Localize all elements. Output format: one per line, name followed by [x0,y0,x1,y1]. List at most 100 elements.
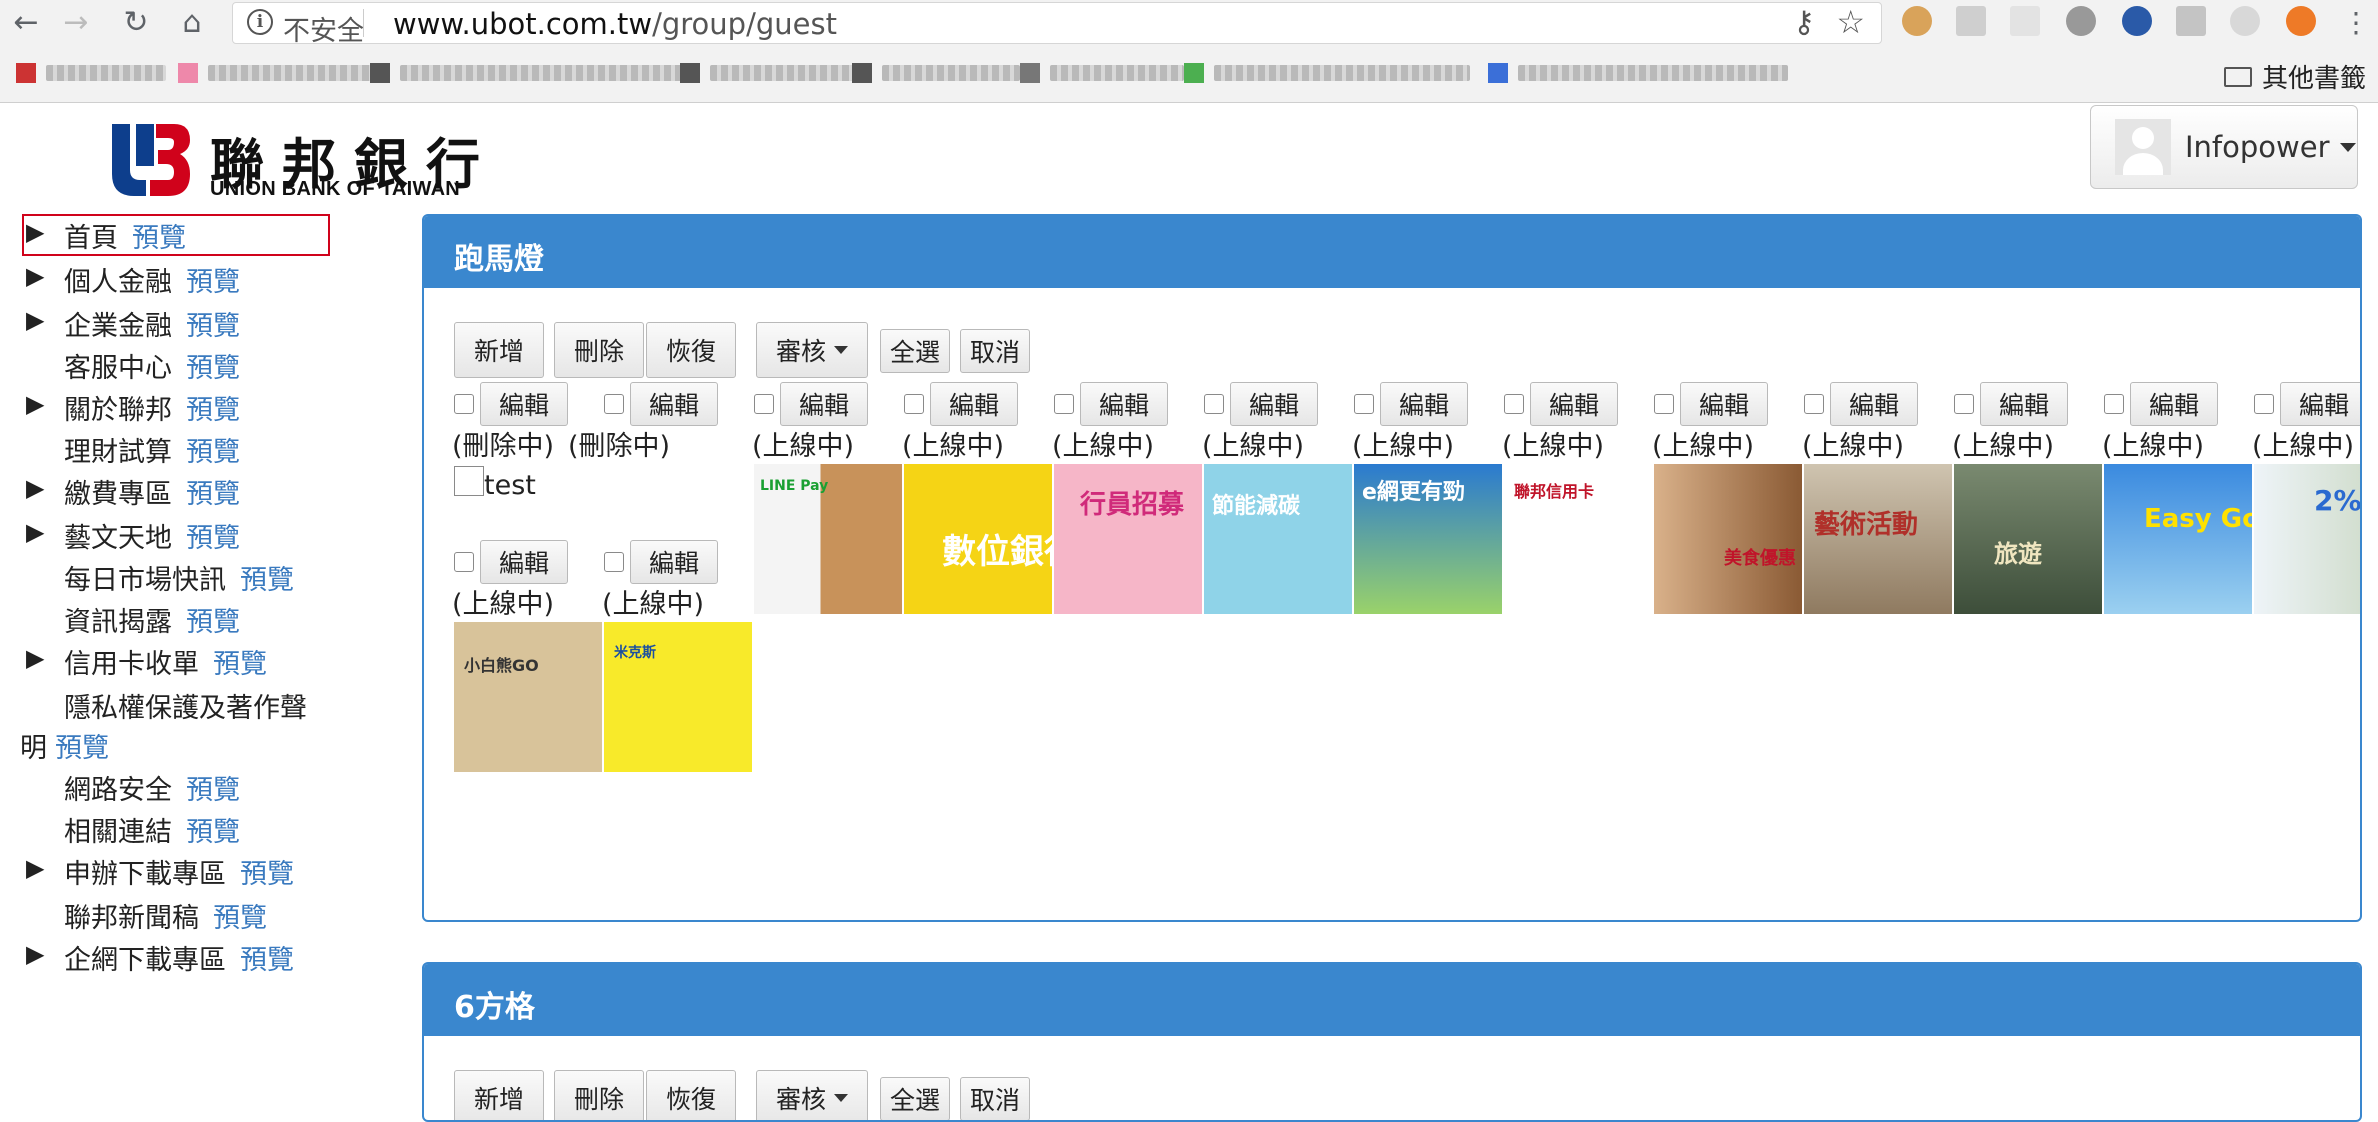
sidebar-item-label[interactable]: 繳費專區 [64,479,172,510]
edit-button[interactable]: 編輯 [2130,382,2218,426]
item-checkbox[interactable] [754,394,774,414]
preview-link[interactable]: 預覽 [186,479,240,510]
edit-button[interactable]: 編輯 [630,382,718,426]
bookmark-item[interactable] [1184,62,1470,84]
expand-arrow-icon[interactable]: ▶ [26,306,44,334]
bookmark-item[interactable] [852,62,1020,84]
bookmark-item[interactable] [680,62,858,84]
edit-button[interactable]: 編輯 [780,382,868,426]
preview-link[interactable]: 預覽 [186,817,240,848]
sidebar-item-label[interactable]: 客服中心 [64,353,172,384]
preview-link[interactable]: 預覽 [186,607,240,638]
circle-extension-icon[interactable] [2066,6,2096,36]
sidebar-item-label[interactable]: 網路安全 [64,775,172,806]
profile-extension-icon[interactable] [1956,6,1986,36]
edit-button[interactable]: 編輯 [480,382,568,426]
reload-icon[interactable]: ↻ [116,2,156,42]
sidebar-item-label[interactable]: 企業金融 [64,311,172,342]
item-checkbox[interactable] [2254,394,2274,414]
edit-button[interactable]: 編輯 [1830,382,1918,426]
preview-link[interactable]: 預覽 [240,565,294,596]
banner-thumbnail[interactable]: LINE Pay [754,464,902,614]
item-checkbox[interactable] [904,394,924,414]
add-button[interactable]: 新增 [454,322,544,378]
delete-button[interactable]: 刪除 [554,322,644,378]
other-bookmarks[interactable]: 其他書籤 [2223,58,2366,95]
edit-button[interactable]: 編輯 [630,540,718,584]
bookmark-item[interactable] [16,62,166,84]
banner-thumbnail[interactable]: 小白熊GO [454,622,602,772]
bookmark-item[interactable] [1020,62,1184,84]
preview-link[interactable]: 預覽 [132,223,186,254]
menu-icon[interactable]: ⋮ [2336,2,2376,42]
preview-link[interactable]: 預覽 [186,523,240,554]
select-all-button[interactable]: 全選 [880,1077,950,1120]
item-checkbox[interactable] [1954,394,1974,414]
bookmark-star-icon[interactable]: ☆ [1836,3,1865,41]
sidebar-item-label[interactable]: 關於聯邦 [64,395,172,426]
expand-arrow-icon[interactable]: ▶ [26,474,44,502]
item-checkbox[interactable] [1654,394,1674,414]
forward-icon[interactable]: → [56,2,96,42]
item-checkbox[interactable] [454,552,474,572]
bookmark-item[interactable] [1488,62,1788,84]
banner-thumbnail[interactable]: 米克斯 [604,622,752,772]
sidebar-item-label[interactable]: 相關連結 [64,817,172,848]
cancel-button[interactable]: 取消 [960,1077,1030,1120]
edit-button[interactable]: 編輯 [1230,382,1318,426]
review-dropdown[interactable]: 審核 [756,1070,868,1120]
item-checkbox[interactable] [1054,394,1074,414]
expand-arrow-icon[interactable]: ▶ [26,940,44,968]
sidebar-item-label[interactable]: 隱私權保護及著作聲 [64,693,307,724]
review-dropdown[interactable]: 審核 [756,322,868,378]
preview-link[interactable]: 預覽 [186,437,240,468]
expand-arrow-icon[interactable]: ▶ [26,854,44,882]
banner-thumbnail[interactable]: 2% [2254,464,2360,614]
item-checkbox[interactable] [1204,394,1224,414]
sidebar-item-label[interactable]: 個人金融 [64,267,172,298]
expand-arrow-icon[interactable]: ▶ [26,218,44,246]
banner-thumbnail[interactable]: Easy Go [2104,464,2252,614]
edit-button[interactable]: 編輯 [2280,382,2360,426]
sidebar-item-label[interactable]: 聯邦新聞稿 [64,903,199,934]
sidebar-item-label[interactable]: 資訊揭露 [64,607,172,638]
bookmark-item[interactable] [370,62,686,84]
restore-button[interactable]: 恢復 [646,1070,736,1120]
select-all-button[interactable]: 全選 [880,329,950,373]
banner-thumbnail[interactable]: 節能減碳 [1204,464,1352,614]
preview-link[interactable]: 預覽 [186,267,240,298]
sidebar-item-label[interactable]: 首頁 [64,223,118,254]
preview-link[interactable]: 預覽 [186,395,240,426]
item-checkbox[interactable] [604,552,624,572]
envelope-extension-icon[interactable] [2010,6,2040,36]
preview-link[interactable]: 預覽 [213,903,267,934]
item-checkbox[interactable] [1504,394,1524,414]
item-checkbox[interactable] [2104,394,2124,414]
restore-button[interactable]: 恢復 [646,322,736,378]
banner-thumbnail[interactable]: 行員招募 [1054,464,1202,614]
home-icon[interactable]: ⌂ [172,2,212,42]
item-checkbox[interactable] [1804,394,1824,414]
preview-link[interactable]: 預覽 [186,353,240,384]
moon-extension-icon[interactable] [2230,6,2260,36]
preview-link[interactable]: 預覽 [240,859,294,890]
item-checkbox[interactable] [454,394,474,414]
grid-extension-icon[interactable] [2176,6,2206,36]
sidebar-item-label[interactable]: 企網下載專區 [64,945,226,976]
preview-link[interactable]: 預覽 [186,775,240,806]
item-checkbox[interactable] [1354,394,1374,414]
sidebar-item-label[interactable]: 信用卡收單 [64,649,199,680]
edit-button[interactable]: 編輯 [1680,382,1768,426]
edit-button[interactable]: 編輯 [1080,382,1168,426]
preview-link[interactable]: 預覽 [186,311,240,342]
user-menu-button[interactable]: Infopower [2090,105,2358,189]
info-icon[interactable]: i [247,9,273,35]
banner-thumbnail[interactable]: 美食優惠 [1654,464,1802,614]
e-extension-icon[interactable] [2122,6,2152,36]
sidebar-item-label[interactable]: 理財試算 [64,437,172,468]
edit-button[interactable]: 編輯 [930,382,1018,426]
sidebar-item-label[interactable]: 每日市場快訊 [64,565,226,596]
cancel-button[interactable]: 取消 [960,329,1030,373]
bookmark-item[interactable] [178,62,374,84]
edit-button[interactable]: 編輯 [1530,382,1618,426]
